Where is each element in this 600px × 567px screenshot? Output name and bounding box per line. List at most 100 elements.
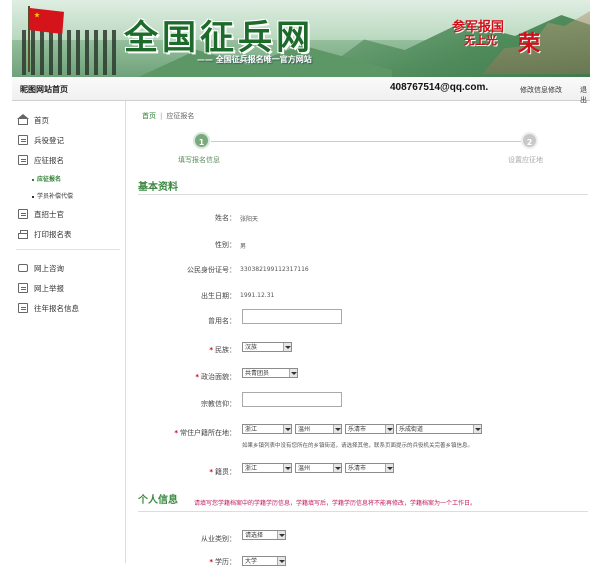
- sidebar-item-print[interactable]: 打印报名表: [18, 228, 72, 240]
- breadcrumb: 首页 | 应征报名: [142, 112, 195, 120]
- sidebar-item-history[interactable]: 往年报名信息: [18, 302, 79, 314]
- name-label: 姓名：: [215, 214, 236, 222]
- sidebar-item-label: 网上咨询: [34, 263, 64, 273]
- hukou-town-select[interactable]: 乐成街道: [396, 424, 482, 434]
- alias-label: 曾用名：: [208, 317, 236, 325]
- ethnic-select[interactable]: 汉族: [242, 342, 292, 352]
- chevron-down-icon: [385, 464, 393, 472]
- hukou-label: * 常住户籍所在地：: [174, 429, 236, 437]
- education-select[interactable]: 大学: [242, 556, 286, 566]
- sidebar-item-home[interactable]: 首页: [17, 114, 49, 126]
- sidebar-item-label: 首页: [34, 115, 49, 125]
- sidebar: 首页 兵役登记 应征报名 应征报名 学员补偿代偿 直招士官 打印报名表 网上咨询…: [12, 101, 126, 563]
- change-info-link[interactable]: 修改信息修改: [520, 85, 562, 95]
- native-county-select[interactable]: 乐清市: [345, 463, 394, 473]
- sidebar-subitem-label: 应征报名: [37, 176, 62, 183]
- sidebar-item-label: 往年报名信息: [34, 303, 79, 313]
- slogan-line-3: 荣: [518, 31, 541, 57]
- report-icon: [18, 283, 28, 293]
- step-1-circle: 1: [193, 132, 210, 149]
- job-category-select[interactable]: 请选择: [242, 530, 286, 540]
- slogan: 参军报国 无上光 荣: [452, 16, 546, 58]
- chevron-down-icon: [283, 343, 291, 351]
- political-select[interactable]: 共青团员: [242, 368, 298, 378]
- slogan-line-2: 无上光: [464, 34, 497, 47]
- steps-progress-line: [211, 141, 521, 142]
- gender-value: 男: [240, 243, 247, 250]
- bullet-icon: [32, 178, 34, 181]
- gender-label: 性别：: [215, 241, 236, 249]
- sidebar-divider: [16, 249, 120, 250]
- step-1-label: 填写报名信息: [178, 156, 220, 164]
- print-icon: [18, 229, 28, 239]
- home-icon: [17, 114, 29, 125]
- chevron-down-icon: [277, 531, 285, 539]
- history-icon: [18, 303, 28, 313]
- section-divider: [138, 194, 588, 195]
- chat-icon: [18, 264, 28, 272]
- sidebar-item-register[interactable]: 兵役登记: [18, 134, 64, 146]
- site-title: 全国征兵网: [124, 18, 314, 58]
- ethnic-label: * 民族：: [209, 346, 236, 354]
- sidebar-item-label: 直招士官: [34, 209, 64, 219]
- native-province-select[interactable]: 浙江: [242, 463, 292, 473]
- sidebar-item-consult[interactable]: 网上咨询: [18, 262, 64, 274]
- religion-input[interactable]: [242, 392, 342, 407]
- breadcrumb-current: 应征报名: [166, 112, 195, 120]
- sidebar-item-apply[interactable]: 应征报名: [18, 154, 64, 166]
- site-banner: 全国征兵网 —— 全国征兵报名唯一官方网站 参军报国 无上光 荣: [12, 0, 590, 77]
- chevron-down-icon: [333, 425, 341, 433]
- hukou-province-select[interactable]: 浙江: [242, 424, 292, 434]
- chevron-down-icon: [473, 425, 481, 433]
- sidebar-item-label: 打印报名表: [34, 229, 72, 239]
- sidebar-subitem-compensation[interactable]: 学员补偿代偿: [32, 191, 73, 200]
- bullet-icon: [32, 195, 34, 198]
- chevron-down-icon: [283, 425, 291, 433]
- sidebar-subitem-label: 学员补偿代偿: [37, 193, 74, 200]
- site-subtitle: —— 全国征兵报名唯一官方网站: [197, 55, 312, 64]
- sidebar-item-sergeant[interactable]: 直招士官: [18, 208, 64, 220]
- native-city-select[interactable]: 温州: [295, 463, 342, 473]
- chevron-down-icon: [283, 464, 291, 472]
- education-label: * 学历：: [209, 558, 236, 566]
- sidebar-subitem-apply[interactable]: 应征报名: [32, 174, 61, 183]
- sergeant-icon: [18, 209, 28, 219]
- political-label: * 政治面貌：: [195, 373, 236, 381]
- step-2-label: 设置应征地: [508, 156, 543, 164]
- sidebar-item-label: 网上举报: [34, 283, 64, 293]
- section-divider: [138, 511, 588, 512]
- personal-warning: 请填写您学籍档案中的学籍学历信息，学籍填写后，学籍学历信息将不能再修改，学籍档案…: [194, 500, 477, 507]
- register-icon: [18, 135, 28, 145]
- chevron-down-icon: [289, 369, 297, 377]
- section-basic-title: 基本资料: [138, 182, 178, 193]
- top-bar: 昵图网站首页 408767514@qq.com. 修改信息修改 退出: [12, 77, 590, 104]
- chevron-down-icon: [333, 464, 341, 472]
- apply-icon: [18, 155, 28, 165]
- religion-label: 宗教信仰：: [201, 400, 236, 408]
- flag-icon: [30, 8, 64, 34]
- alias-input[interactable]: [242, 309, 342, 324]
- soldiers-image: [22, 30, 117, 75]
- id-number-label: 公民身份证号：: [187, 266, 236, 274]
- native-place-label: * 籍贯：: [209, 468, 236, 476]
- sidebar-item-report[interactable]: 网上举报: [18, 282, 64, 294]
- chevron-down-icon: [277, 557, 285, 565]
- sidebar-item-label: 应征报名: [34, 155, 64, 165]
- hukou-hint: 如果乡镇列表中没有您所在的乡镇街道，请选择其他，联系页面提示的兵役机关完善乡镇信…: [242, 443, 474, 449]
- chevron-down-icon: [385, 425, 393, 433]
- step-2-circle: 2: [521, 132, 538, 149]
- user-email: 408767514@qq.com.: [390, 82, 489, 93]
- hukou-county-select[interactable]: 乐清市: [345, 424, 394, 434]
- sidebar-item-label: 兵役登记: [34, 135, 64, 145]
- site-home-link[interactable]: 昵图网站首页: [20, 84, 68, 95]
- birth-date-label: 出生日期：: [201, 292, 236, 300]
- main-content: 首页 | 应征报名 1 2 填写报名信息 设置应征地 基本资料 姓名： 张阳天 性别…: [126, 101, 590, 566]
- section-personal-title: 个人信息: [138, 495, 178, 506]
- id-number-value: 330382199112317116: [240, 266, 309, 273]
- hukou-city-select[interactable]: 温州: [295, 424, 342, 434]
- job-category-label: 从业类别：: [201, 535, 236, 543]
- birth-date-value: 1991.12.31: [240, 292, 275, 299]
- breadcrumb-home[interactable]: 首页: [142, 112, 156, 120]
- name-value: 张阳天: [240, 216, 259, 223]
- flag-pole: [28, 6, 30, 72]
